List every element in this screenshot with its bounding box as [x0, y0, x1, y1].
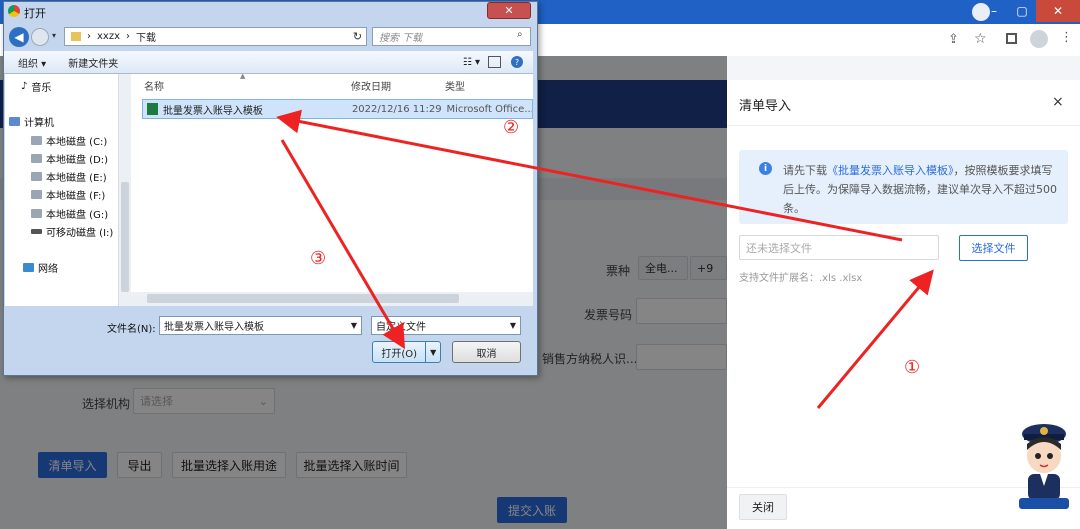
annotation-two: ②: [503, 117, 520, 138]
annotation-arrows: [276, 109, 934, 409]
annotation-one: ①: [904, 357, 921, 378]
arrow-to-open-button: [280, 139, 406, 350]
arrow-to-template-file: [276, 109, 903, 242]
annotation-three: ③: [310, 248, 327, 269]
arrow-to-select-file: [816, 269, 934, 409]
